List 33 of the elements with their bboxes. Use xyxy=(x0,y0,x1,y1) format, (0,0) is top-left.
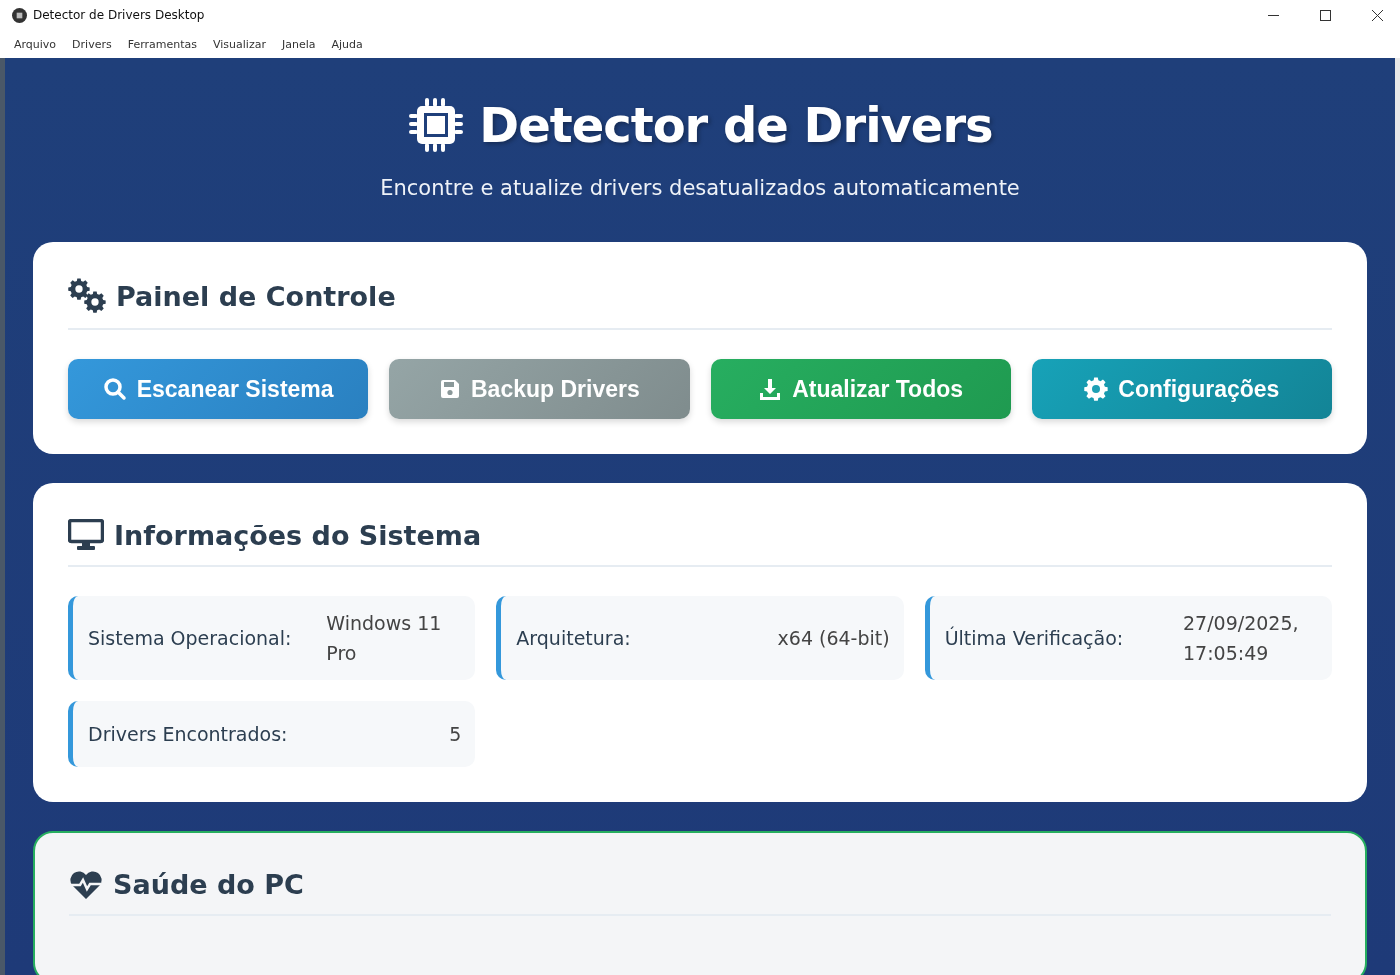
section-title: Informações do Sistema xyxy=(114,519,482,551)
info-value: 5 xyxy=(449,722,462,747)
action-button[interactable]: Escanear Sistema xyxy=(68,359,369,419)
download-icon xyxy=(758,377,783,401)
maximize-icon xyxy=(1319,9,1331,21)
gear-icon xyxy=(1084,377,1109,401)
chip-icon xyxy=(407,96,466,154)
info-value: x64 (64-bit) xyxy=(777,626,890,651)
window-title: Detector de Drivers Desktop xyxy=(33,8,206,22)
menu-item[interactable]: Drivers xyxy=(64,37,120,51)
search-icon xyxy=(102,377,127,401)
app-subtitle: Encontre e atualize drivers desatualizados automaticamente xyxy=(380,176,1020,200)
info-label: Última Verificação: xyxy=(944,625,1124,651)
close-icon xyxy=(1371,9,1383,21)
monitor-icon xyxy=(68,519,104,551)
menu-item[interactable]: Ajuda xyxy=(323,37,371,51)
section-title: Saúde do PC xyxy=(113,869,304,900)
gear-icon xyxy=(68,278,90,300)
menu-item[interactable]: Janela xyxy=(273,37,324,51)
info-value: Windows 11 Pro xyxy=(326,611,443,666)
action-button[interactable]: Configurações xyxy=(1031,359,1332,419)
info-value: 27/09/2025, 17:05:49 xyxy=(1183,611,1300,666)
section-title: Painel de Controle xyxy=(116,280,396,312)
info-label: Arquitetura: xyxy=(516,626,631,651)
info-label: Sistema Operacional: xyxy=(88,626,292,651)
app-icon xyxy=(12,7,27,23)
info-label: Drivers Encontrados: xyxy=(88,722,288,747)
menu-item[interactable]: Arquivo xyxy=(6,37,65,51)
menu-item[interactable]: Visualizar xyxy=(205,37,274,51)
heartbeat-icon xyxy=(69,869,103,900)
menu-item[interactable]: Ferramentas xyxy=(119,37,206,51)
app-heading: Detector de Drivers xyxy=(479,97,993,153)
gear-icon xyxy=(84,291,106,313)
